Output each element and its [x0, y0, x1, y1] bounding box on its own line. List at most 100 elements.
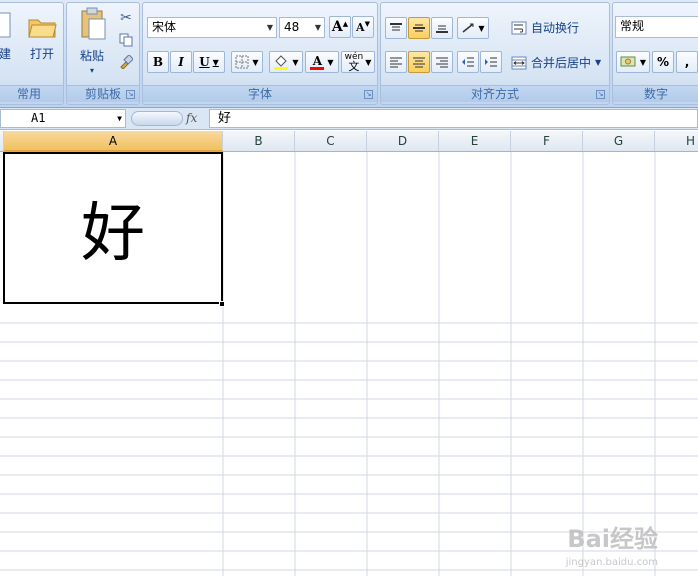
increase-indent-button[interactable] [480, 51, 502, 73]
alignment-launcher-icon[interactable]: ↘ [596, 90, 605, 99]
phonetic-char-icon: 文 [348, 60, 360, 73]
italic-button[interactable]: I [170, 51, 192, 73]
name-box-dropdown-icon[interactable]: ▼ [117, 110, 122, 127]
wrap-text-icon [511, 21, 527, 34]
font-color-swatch [310, 66, 325, 70]
currency-icon [620, 56, 636, 67]
font-name-dropdown-icon: ▼ [266, 23, 273, 32]
font-size-dropdown-icon: ▼ [314, 23, 321, 32]
cell-a1[interactable]: 好 [3, 152, 223, 304]
column-header-h[interactable]: H [655, 131, 698, 151]
font-name-combo[interactable]: 宋体 ▼ [147, 17, 277, 38]
paste-dropdown-icon[interactable]: ▾ [73, 66, 111, 75]
formula-bar-splitter[interactable] [131, 111, 183, 126]
decrease-indent-button[interactable] [457, 51, 479, 73]
shrink-font-label: A [356, 20, 365, 34]
fill-color-button[interactable]: ▼ [269, 51, 303, 73]
underline-label: U [199, 55, 210, 69]
percent-button[interactable]: % [652, 51, 674, 73]
column-header-a[interactable]: A [4, 131, 223, 151]
fx-icon: fx [186, 111, 198, 125]
column-header-d[interactable]: D [367, 131, 439, 151]
merge-center-icon [511, 56, 527, 69]
fill-handle[interactable] [219, 301, 225, 307]
underline-button[interactable]: U ▼ [193, 51, 225, 73]
currency-button[interactable]: ▼ [616, 51, 650, 73]
orientation-button[interactable]: ▼ [457, 17, 489, 39]
ribbon: 建 打开 常用 粘贴 ▾ ✂ 剪贴板 ↘ 宋体 ▼ 48 ▼ A ▲ A ▼ B… [0, 0, 698, 108]
column-header-f[interactable]: F [511, 131, 583, 151]
paint-bucket-icon [274, 55, 289, 70]
grow-font-button[interactable]: A ▲ [329, 16, 351, 38]
column-header-b[interactable]: B [223, 131, 295, 151]
paste-button-label: 粘贴 [79, 49, 104, 63]
group-alignment: ▼ 自动换行 合并后居中 ▼ 对齐方式 ↘ [380, 2, 610, 105]
formula-bar: A1 ▼ fx 好 [0, 108, 698, 130]
align-middle-icon [413, 24, 425, 32]
align-bottom-icon [436, 25, 448, 33]
brush-icon [120, 55, 133, 69]
align-top-icon [390, 23, 402, 31]
percent-label: % [656, 55, 670, 69]
insert-function-button[interactable]: fx [186, 111, 197, 125]
group-number: 常规 ▼ % , 数字 [612, 2, 698, 105]
group-number-label: 数字 [613, 85, 698, 102]
comma-button[interactable]: , [676, 51, 698, 73]
number-format-combo[interactable]: 常规 [615, 16, 698, 38]
align-middle-button[interactable] [408, 17, 430, 39]
merge-dropdown-icon[interactable]: ▼ [595, 58, 601, 67]
shrink-font-button[interactable]: A ▼ [352, 16, 374, 38]
format-painter-button[interactable] [115, 51, 137, 73]
watermark-brand: Bai经验 [567, 525, 658, 553]
borders-icon [235, 55, 249, 69]
align-right-icon [436, 57, 448, 68]
new-button[interactable]: 建 [0, 11, 15, 62]
paste-icon [76, 7, 108, 40]
phonetic-button[interactable]: wén 文 ▼ [341, 51, 375, 73]
copy-button[interactable] [115, 29, 137, 51]
font-color-label: A [312, 53, 323, 68]
column-header-e[interactable]: E [439, 131, 511, 151]
align-center-button[interactable] [408, 51, 430, 73]
column-header-c[interactable]: C [295, 131, 367, 151]
align-bottom-button[interactable] [431, 17, 453, 39]
watermark-url: jingyan.baidu.com [565, 557, 658, 568]
name-box[interactable]: A1 ▼ [0, 109, 126, 128]
copy-icon [119, 33, 133, 47]
formula-input[interactable]: 好 [209, 109, 698, 128]
formula-input-value: 好 [218, 111, 232, 126]
align-center-icon [413, 57, 425, 68]
watermark-logo: Bai经验 [567, 519, 658, 554]
merge-center-label: 合并后居中 [531, 56, 592, 70]
borders-button[interactable]: ▼ [231, 51, 263, 73]
scissors-icon: ✂ [120, 10, 132, 26]
grow-font-label: A [331, 19, 343, 35]
open-button[interactable]: 打开 [23, 11, 61, 62]
paste-button[interactable]: 粘贴 ▾ [73, 7, 111, 75]
bold-label: B [152, 55, 164, 69]
cut-button[interactable]: ✂ [115, 7, 137, 29]
italic-label: I [178, 55, 184, 69]
increase-indent-icon [485, 57, 497, 67]
clipboard-launcher-icon[interactable]: ↘ [126, 90, 135, 99]
align-left-icon [390, 57, 402, 68]
merge-center-button[interactable]: 合并后居中 ▼ [511, 54, 601, 71]
font-size-combo[interactable]: 48 ▼ [279, 17, 325, 38]
column-headers: ABCDEFGH [0, 131, 698, 152]
font-size-value: 48 [284, 20, 300, 34]
text-orientation-icon [462, 23, 474, 33]
align-left-button[interactable] [385, 51, 407, 73]
group-common-label: 常用 [0, 85, 63, 102]
font-color-button[interactable]: A ▼ [305, 51, 339, 73]
font-name-value: 宋体 [152, 20, 177, 34]
decrease-indent-icon [462, 57, 474, 67]
align-right-button[interactable] [431, 51, 453, 73]
worksheet-grid[interactable]: 好 Bai经验 jingyan.baidu.com [0, 152, 698, 576]
align-top-button[interactable] [385, 17, 407, 39]
group-clipboard: 粘贴 ▾ ✂ 剪贴板 ↘ [66, 2, 140, 105]
wrap-text-button[interactable]: 自动换行 [511, 19, 579, 36]
bold-button[interactable]: B [147, 51, 169, 73]
group-alignment-label: 对齐方式 [381, 85, 609, 102]
font-launcher-icon[interactable]: ↘ [364, 90, 373, 99]
column-header-g[interactable]: G [583, 131, 655, 151]
